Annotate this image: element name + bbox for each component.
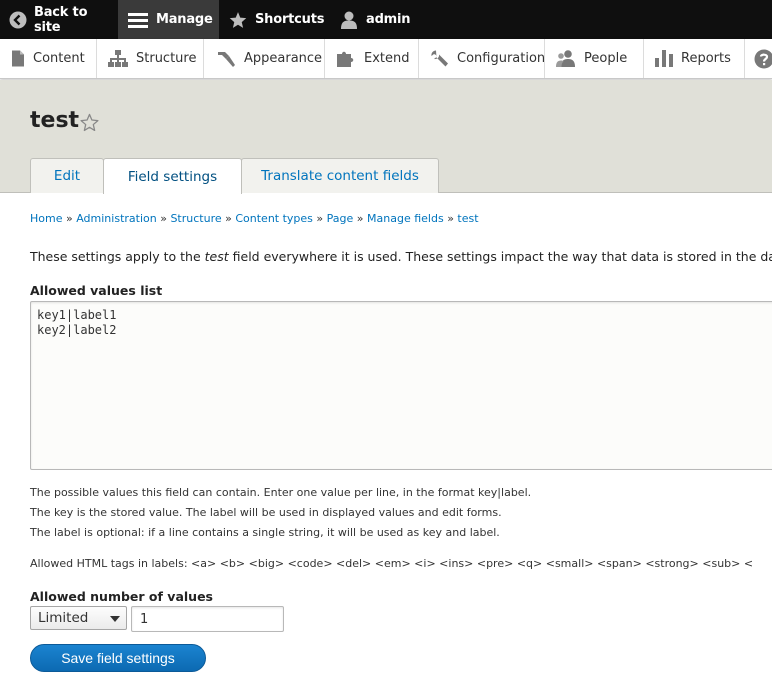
manage-label: Manage (156, 12, 213, 27)
puzzle-icon (337, 51, 354, 67)
allowed-values-help-2: The key is the stored value. The label w… (30, 506, 502, 519)
back-to-site-label: Back to site (34, 4, 88, 35)
tray-item-content[interactable]: Content (0, 39, 97, 78)
breadcrumb-separator: » (65, 212, 73, 225)
help-icon (754, 49, 772, 68)
tray-item-people[interactable]: People (545, 39, 644, 78)
chevron-down-icon (110, 616, 120, 622)
file-icon (12, 50, 24, 67)
paintbrush-icon (218, 51, 235, 67)
breadcrumb-structure[interactable]: Structure (170, 212, 221, 225)
primary-tabs: Edit Field settings Translate content fi… (30, 158, 439, 194)
admin-toolbar: Back to site Manage Shortcuts admin (0, 0, 772, 39)
sitemap-icon (108, 50, 128, 67)
breadcrumb-administration[interactable]: Administration (76, 212, 157, 225)
breadcrumb-separator: » (447, 212, 454, 225)
tray-item-label: Structure (136, 51, 197, 66)
tray-item-label: Extend (364, 51, 410, 66)
description-field-name: test (204, 249, 229, 264)
people-icon (556, 50, 575, 67)
tray-item-structure[interactable]: Structure (97, 39, 204, 78)
tab-field-settings[interactable]: Field settings (103, 158, 242, 194)
user-tab[interactable]: admin (331, 0, 411, 39)
allowed-values-help-1: The possible values this field can conta… (30, 486, 532, 499)
description-after: field everywhere it is used. These setti… (228, 249, 772, 264)
tray-item-label: Appearance (244, 51, 323, 66)
save-field-settings-button[interactable]: Save field settings (30, 644, 206, 672)
shortcuts-label: Shortcuts (255, 12, 325, 27)
breadcrumb-separator: » (356, 212, 364, 225)
hamburger-icon (128, 12, 148, 28)
star-outline-icon[interactable] (80, 113, 99, 132)
user-icon (341, 11, 357, 29)
cardinality-select[interactable]: Limited (30, 606, 127, 630)
breadcrumb-content-types[interactable]: Content types (235, 212, 313, 225)
cardinality-number-input[interactable]: 1 (131, 606, 284, 632)
page-title: test (30, 108, 80, 133)
back-to-site-link[interactable]: Back to site (0, 0, 118, 39)
user-label: admin (366, 12, 411, 27)
allowed-values-help-3: The label is optional: if a line contain… (30, 526, 500, 539)
settings-description: These settings apply to the test field e… (30, 249, 772, 264)
description-before: These settings apply to the (30, 249, 205, 264)
tray-item-label: Configuration (457, 51, 546, 66)
breadcrumb-separator: » (316, 212, 324, 225)
tray-item-appearance[interactable]: Appearance (204, 39, 325, 78)
tab-translate-content-fields[interactable]: Translate content fields (241, 158, 439, 193)
manage-tab[interactable]: Manage (118, 0, 219, 39)
star-icon (229, 11, 247, 28)
tray-item-extend[interactable]: Extend (325, 39, 419, 78)
breadcrumb-test[interactable]: test (457, 212, 478, 225)
tray-item-help[interactable] (745, 39, 772, 78)
page-header: test Edit Field settings Translate conte… (0, 80, 772, 194)
allowed-number-label: Allowed number of values (30, 589, 213, 604)
breadcrumb-separator: » (160, 212, 167, 225)
breadcrumb-page[interactable]: Page (327, 212, 354, 225)
allowed-html-tags-help: Allowed HTML tags in labels: <a> <b> <bi… (30, 557, 754, 570)
cardinality-selected-value: Limited (38, 610, 89, 626)
breadcrumb: Home » Administration » Structure » Cont… (30, 212, 479, 225)
tray-item-reports[interactable]: Reports (644, 39, 745, 78)
tray-item-label: People (584, 51, 628, 66)
tray-item-configuration[interactable]: Configuration (419, 39, 545, 78)
back-arrow-icon (9, 11, 27, 28)
tab-edit[interactable]: Edit (30, 158, 104, 193)
breadcrumb-separator: » (225, 212, 232, 225)
tray-item-label: Content (33, 51, 85, 66)
wrench-icon (431, 50, 448, 66)
allowed-values-label: Allowed values list (30, 283, 163, 298)
admin-tray: Content Structure Appearance Extend Conf… (0, 39, 772, 79)
cardinality-number-value: 1 (140, 611, 149, 627)
breadcrumb-home[interactable]: Home (30, 212, 62, 225)
shortcuts-tab[interactable]: Shortcuts (219, 0, 331, 39)
allowed-values-textarea[interactable]: key1|label1 key2|label2 (30, 301, 772, 470)
breadcrumb-manage-fields[interactable]: Manage fields (367, 212, 444, 225)
tray-item-label: Reports (681, 51, 731, 66)
bar-chart-icon (655, 50, 673, 67)
